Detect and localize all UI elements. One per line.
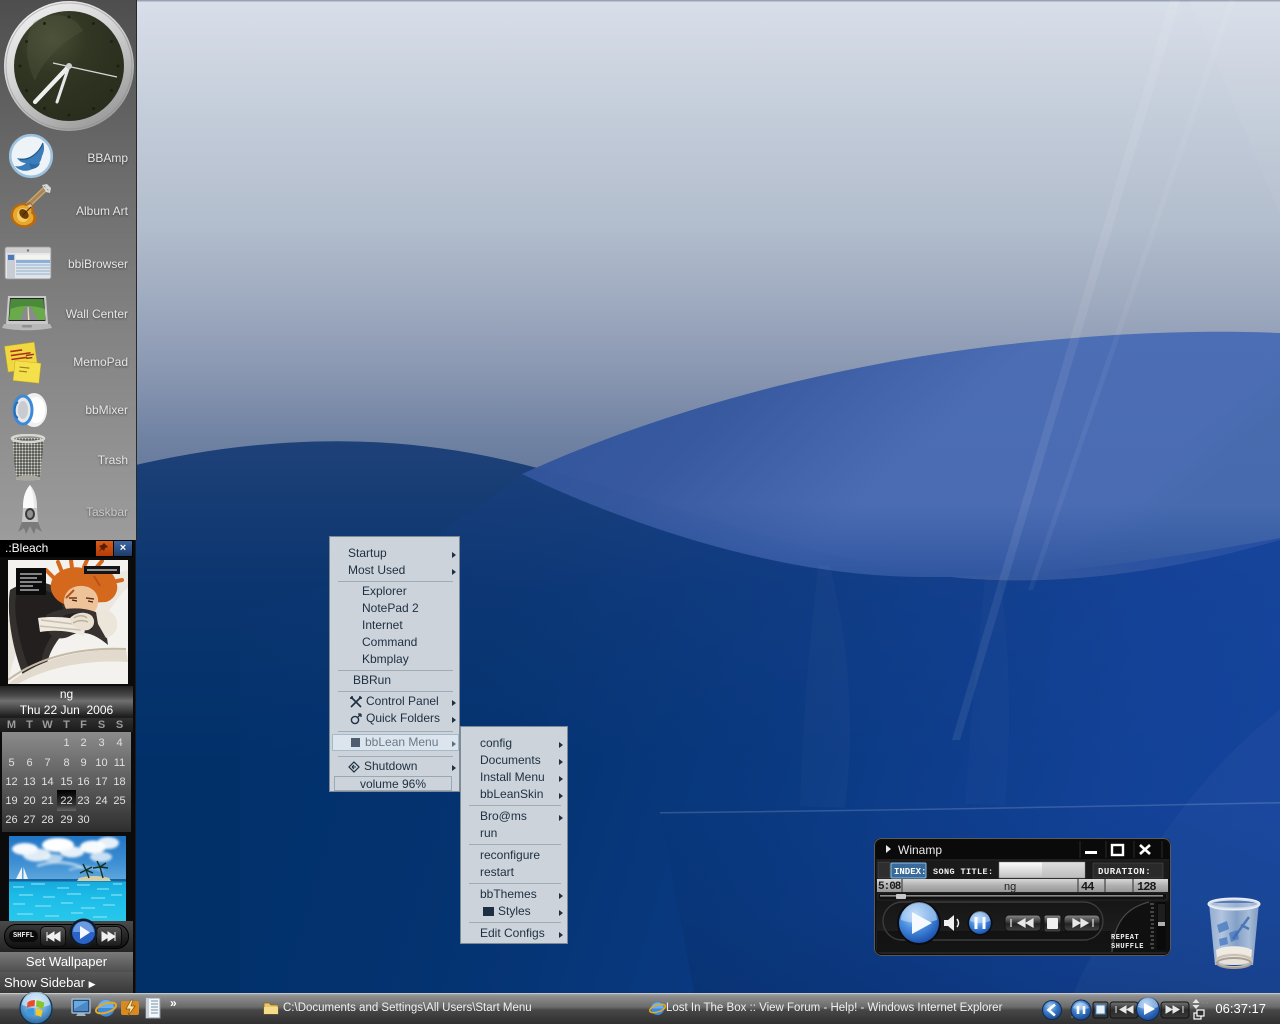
svg-text:REPEAT: REPEAT [1111,934,1139,942]
svg-text:Winamp: Winamp [898,843,942,857]
svg-text:DURATION:: DURATION: [1098,867,1151,877]
svg-text:44: 44 [1081,880,1094,894]
svg-text:SHUFFLE: SHUFFLE [1111,943,1144,951]
svg-text:5:08: 5:08 [878,881,902,893]
svg-text:ng: ng [1004,881,1016,893]
svg-text:128: 128 [1137,880,1156,894]
svg-text:INDEX:: INDEX: [894,867,926,877]
svg-text:SONG TITLE:: SONG TITLE: [933,867,994,877]
